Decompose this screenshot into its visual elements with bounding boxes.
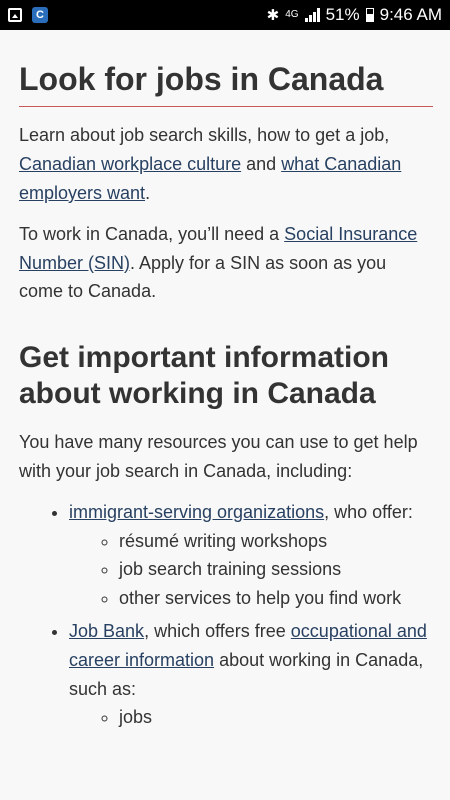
link-job-bank[interactable]: Job Bank bbox=[69, 621, 144, 641]
resources-paragraph: You have many resources you can use to g… bbox=[19, 432, 418, 481]
sin-paragraph: To work in Canada, you’ll need a Social … bbox=[19, 223, 418, 302]
battery-icon bbox=[365, 8, 374, 22]
resources-list: immigrant-serving organizations, who off… bbox=[19, 498, 433, 732]
battery-percent: 51% bbox=[325, 5, 360, 24]
app-notification-icon: C bbox=[32, 7, 48, 23]
network-type: 4G bbox=[285, 9, 299, 20]
intro-paragraph: Learn about job search skills, how to ge… bbox=[19, 125, 402, 203]
signal-icon bbox=[304, 8, 320, 22]
section-heading: Get important information about working … bbox=[19, 341, 389, 411]
list-item: jobs bbox=[119, 703, 433, 732]
list-item: résumé writing workshops bbox=[119, 527, 433, 556]
gallery-notification-icon bbox=[8, 8, 22, 22]
sublist: résumé writing workshops job search trai… bbox=[69, 527, 433, 613]
page-content: Look for jobs in Canada Learn about job … bbox=[19, 44, 433, 736]
list-item: Job Bank, which offers free occupational… bbox=[69, 617, 433, 732]
page-title: Look for jobs in Canada bbox=[19, 44, 433, 108]
status-bar: C ✱ 4G 51% 9:46 AM bbox=[0, 0, 450, 30]
list-item: other services to help you find work bbox=[119, 584, 433, 613]
bluetooth-icon: ✱ bbox=[266, 7, 280, 24]
list-item: job search training sessions bbox=[119, 555, 433, 584]
link-immigrant-serving-organizations[interactable]: immigrant-serving organizations bbox=[69, 502, 324, 522]
list-item: immigrant-serving organizations, who off… bbox=[69, 498, 433, 613]
link-canadian-workplace-culture[interactable]: Canadian workplace culture bbox=[19, 154, 241, 174]
sublist: jobs bbox=[69, 703, 433, 732]
clock: 9:46 AM bbox=[379, 5, 442, 24]
